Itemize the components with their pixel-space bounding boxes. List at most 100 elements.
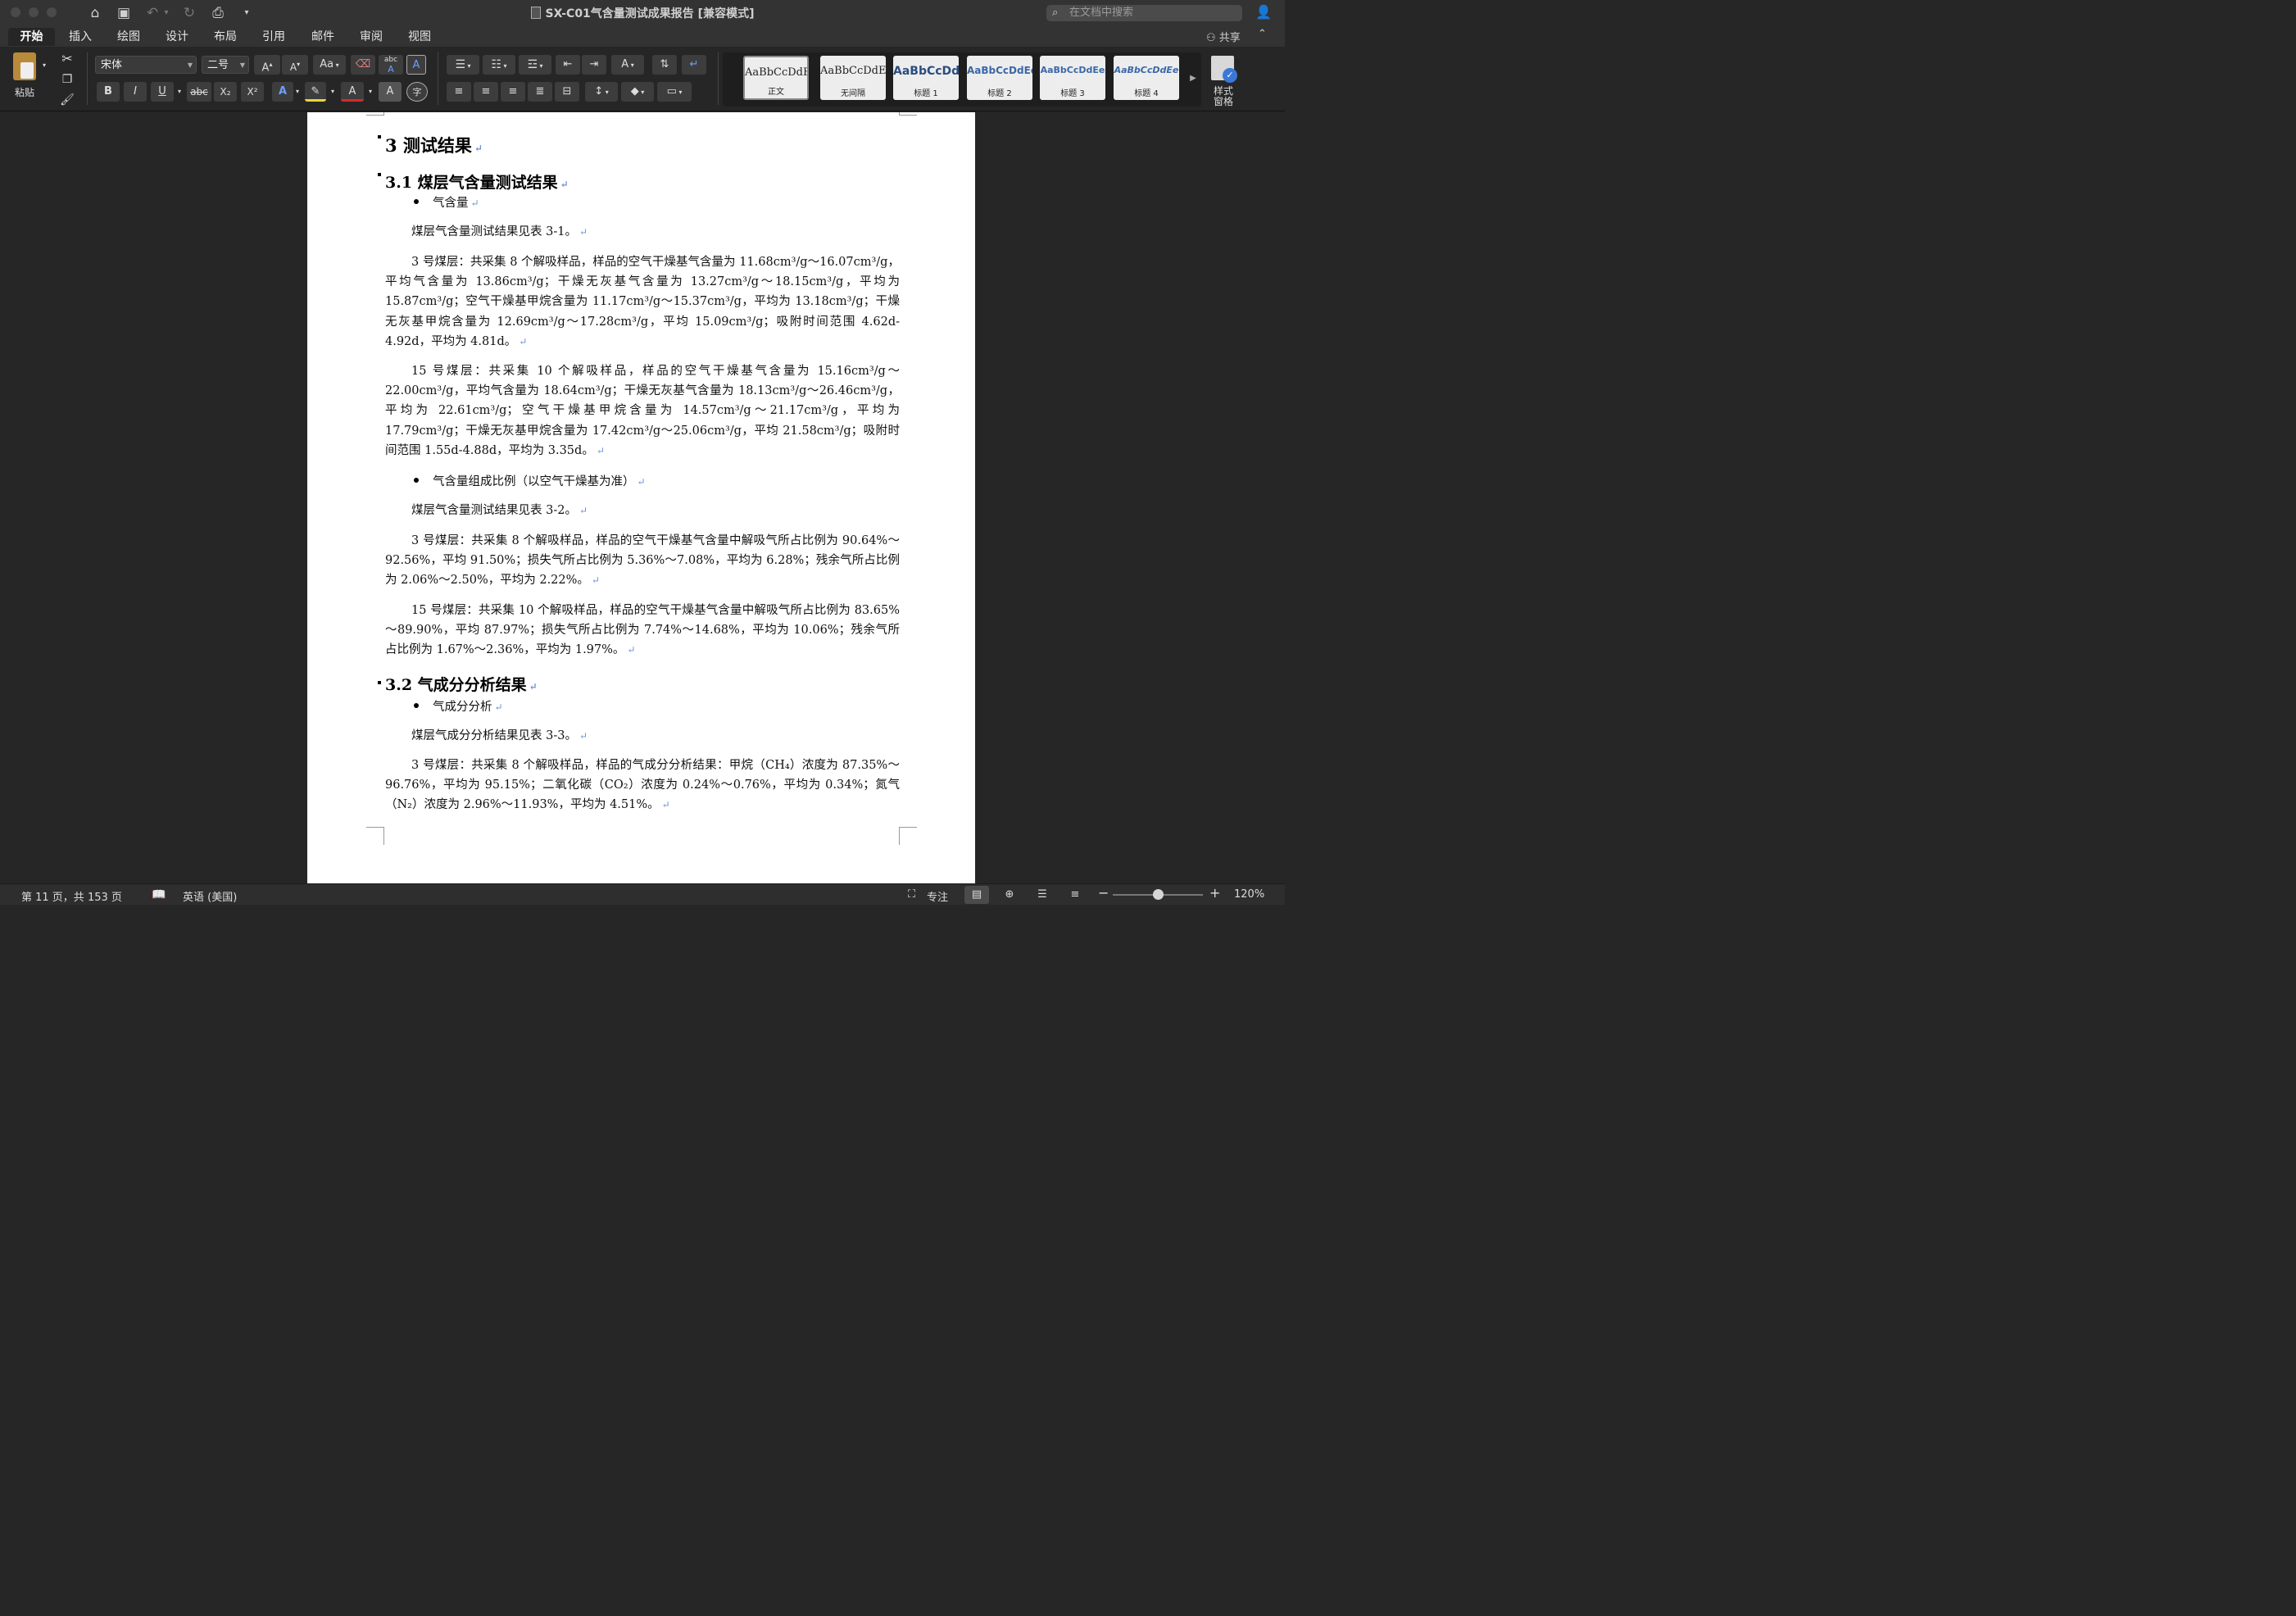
highlight-dropdown-icon[interactable]: ▾ xyxy=(328,82,338,102)
clear-all-formatting-button[interactable]: abc A xyxy=(379,55,403,75)
chevron-down-icon: ▾ xyxy=(334,61,339,69)
heading-2-gas-content[interactable]: 3.1 煤层气含量测试结果 ↵ xyxy=(385,170,569,193)
tab-references[interactable]: 引用 xyxy=(256,28,292,46)
strikethrough-button[interactable]: abc xyxy=(187,82,211,102)
bullets-icon[interactable]: ☰ ▾ xyxy=(447,55,479,75)
format-painter-icon[interactable]: 🖌 xyxy=(57,90,77,108)
tab-view[interactable]: 视图 xyxy=(402,28,438,46)
share-button[interactable]: ⚇ 共享 xyxy=(1206,29,1241,44)
clear-formatting-icon[interactable]: ⌫ xyxy=(351,55,375,75)
zoom-out-icon[interactable]: − xyxy=(1098,885,1109,901)
underline-button[interactable]: U xyxy=(151,82,174,102)
phonetic-guide-button[interactable]: 字 xyxy=(406,82,428,102)
tab-review[interactable]: 审阅 xyxy=(353,28,389,46)
increase-indent-icon[interactable]: ⇥ xyxy=(582,55,606,75)
style-sample: AaBbCcDdEe xyxy=(820,65,886,77)
highlight-icon[interactable]: ✎ xyxy=(305,82,326,102)
zoom-slider-handle[interactable] xyxy=(1152,889,1164,900)
cut-icon[interactable]: ✂ xyxy=(57,49,77,67)
font-color-button[interactable]: A xyxy=(341,82,364,102)
draft-view-icon[interactable]: ≡ xyxy=(1063,886,1087,904)
superscript-button[interactable]: X² xyxy=(241,82,264,102)
list-item[interactable]: 气含量组成比例（以空气干燥基为准） ↵ xyxy=(433,472,646,489)
copy-icon[interactable]: ❐ xyxy=(57,70,77,88)
font-color-dropdown-icon[interactable]: ▾ xyxy=(365,82,375,102)
asian-layout-icon[interactable]: A ▾ xyxy=(611,55,644,75)
paste-icon[interactable] xyxy=(13,52,36,80)
tab-mailings[interactable]: 邮件 xyxy=(305,28,341,46)
character-shading-button[interactable]: A xyxy=(379,82,402,102)
numbering-icon[interactable]: ☷ ▾ xyxy=(483,55,515,75)
decrease-indent-icon[interactable]: ⇤ xyxy=(556,55,580,75)
heading-2-text: 3.2 气成分分析结果 xyxy=(385,676,527,694)
style-heading-2[interactable]: AaBbCcDdEe 标题 2 xyxy=(967,56,1032,100)
style-heading-4[interactable]: AaBbCcDdEe 标题 4 xyxy=(1114,56,1179,100)
window-title-text: SX-C01气含量测试成果报告 [兼容模式] xyxy=(545,7,755,20)
style-normal[interactable]: AaBbCcDdEe 正文 xyxy=(743,56,809,100)
align-right-icon[interactable]: ≡ xyxy=(501,82,525,102)
borders-icon[interactable]: ▭ ▾ xyxy=(657,82,692,102)
proofing-icon[interactable]: 📖 xyxy=(152,888,166,901)
print-layout-view-icon[interactable]: ▤ xyxy=(964,886,989,904)
styles-more-icon[interactable]: ▶ xyxy=(1187,69,1200,89)
bold-button[interactable]: B xyxy=(97,82,120,102)
text-effects-dropdown-icon[interactable]: ▾ xyxy=(293,82,302,102)
style-no-spacing[interactable]: AaBbCcDdEe 无间隔 xyxy=(820,56,886,100)
sort-icon[interactable]: ⇅ xyxy=(652,55,677,75)
focus-icon[interactable]: ⛶ xyxy=(908,888,915,901)
search-input[interactable]: ⌕ 在文档中搜索 xyxy=(1046,5,1242,21)
font-name-dropdown[interactable]: 宋体 ▼ xyxy=(95,56,197,74)
grow-font-button[interactable]: A▴ xyxy=(254,55,280,75)
shrink-font-button[interactable]: A▾ xyxy=(282,55,308,75)
body-paragraph[interactable]: 煤层气含量测试结果见表 3-1。 ↵ xyxy=(385,222,900,242)
style-heading-1[interactable]: AaBbCcDdI 标题 1 xyxy=(893,56,959,100)
focus-mode-label[interactable]: 专注 xyxy=(927,888,948,904)
italic-button[interactable]: I xyxy=(124,82,147,102)
shading-icon[interactable]: ◆ ▾ xyxy=(621,82,654,102)
tab-insert[interactable]: 插入 xyxy=(62,28,98,46)
styles-pane-label[interactable]: 样式窗格 xyxy=(1213,86,1234,107)
multilevel-list-icon[interactable]: ☲ ▾ xyxy=(519,55,551,75)
style-sample: AaBbCcDdEe xyxy=(745,66,807,79)
style-heading-3[interactable]: AaBbCcDdEe 标题 3 xyxy=(1040,56,1105,100)
text-effects-icon[interactable]: A xyxy=(272,82,293,102)
language-indicator[interactable]: 英语 (美国) xyxy=(183,888,237,904)
list-item[interactable]: 气成分分析 ↵ xyxy=(433,697,503,715)
paragraph-text: 煤层气成分分析结果见表 3-3。 xyxy=(411,729,577,742)
tab-draw[interactable]: 绘图 xyxy=(111,28,147,46)
tab-layout[interactable]: 布局 xyxy=(207,28,243,46)
zoom-level[interactable]: 120% xyxy=(1234,888,1264,901)
distributed-icon[interactable]: ⊟ xyxy=(555,82,579,102)
body-paragraph[interactable]: 煤层气含量测试结果见表 3-2。 ↵ xyxy=(385,501,900,520)
change-case-button[interactable]: Aa ▾ xyxy=(313,55,346,75)
styles-pane-icon[interactable]: ✓ xyxy=(1211,56,1237,83)
paragraph-text: 15 号煤层：共采集 10 个解吸样品，样品的空气干燥基气含量中解吸气所占比例为… xyxy=(385,604,900,657)
paragraph-mark-icon[interactable]: ↵ xyxy=(682,55,706,75)
paste-dropdown-icon[interactable]: ▾ xyxy=(39,59,49,72)
body-paragraph[interactable]: 3 号煤层：共采集 8 个解吸样品，样品的空气干燥基气含量中解吸气所占比例为 9… xyxy=(385,531,900,591)
body-paragraph[interactable]: 15 号煤层：共采集 10 个解吸样品，样品的空气干燥基气含量为 15.16cm… xyxy=(385,361,900,461)
body-paragraph[interactable]: 15 号煤层：共采集 10 个解吸样品，样品的空气干燥基气含量中解吸气所占比例为… xyxy=(385,601,900,660)
text-box-icon[interactable]: A xyxy=(406,55,426,75)
align-center-icon[interactable]: ≡ xyxy=(474,82,498,102)
line-spacing-icon[interactable]: ↕ ▾ xyxy=(585,82,618,102)
body-paragraph[interactable]: 3 号煤层：共采集 8 个解吸样品，样品的空气干燥基气含量为 11.68cm³/… xyxy=(385,252,900,352)
font-size-dropdown[interactable]: 二号 ▼ xyxy=(202,56,249,74)
subscript-button[interactable]: X₂ xyxy=(214,82,237,102)
web-layout-view-icon[interactable]: ⊕ xyxy=(997,886,1022,904)
outline-view-icon[interactable]: ☰ xyxy=(1030,886,1055,904)
heading-1[interactable]: 3 测试结果 ↵ xyxy=(385,133,483,157)
account-icon[interactable]: 👤 xyxy=(1255,4,1273,22)
justify-icon[interactable]: ≣ xyxy=(528,82,552,102)
list-item[interactable]: 气含量 ↵ xyxy=(433,193,479,211)
tab-design[interactable]: 设计 xyxy=(159,28,195,46)
collapse-ribbon-icon[interactable]: ⌃ xyxy=(1258,28,1267,40)
tab-home[interactable]: 开始 xyxy=(8,28,55,46)
align-left-icon[interactable]: ≡ xyxy=(447,82,471,102)
heading-2-gas-composition[interactable]: 3.2 气成分分析结果 ↵ xyxy=(385,673,538,695)
body-paragraph[interactable]: 3 号煤层：共采集 8 个解吸样品，样品的气成分分析结果：甲烷（CH₄）浓度为 … xyxy=(385,756,900,815)
underline-dropdown-icon[interactable]: ▾ xyxy=(175,82,184,102)
zoom-in-icon[interactable]: + xyxy=(1209,885,1220,901)
page-count[interactable]: 第 11 页，共 153 页 xyxy=(21,888,122,904)
body-paragraph[interactable]: 煤层气成分分析结果见表 3-3。 ↵ xyxy=(385,726,900,746)
